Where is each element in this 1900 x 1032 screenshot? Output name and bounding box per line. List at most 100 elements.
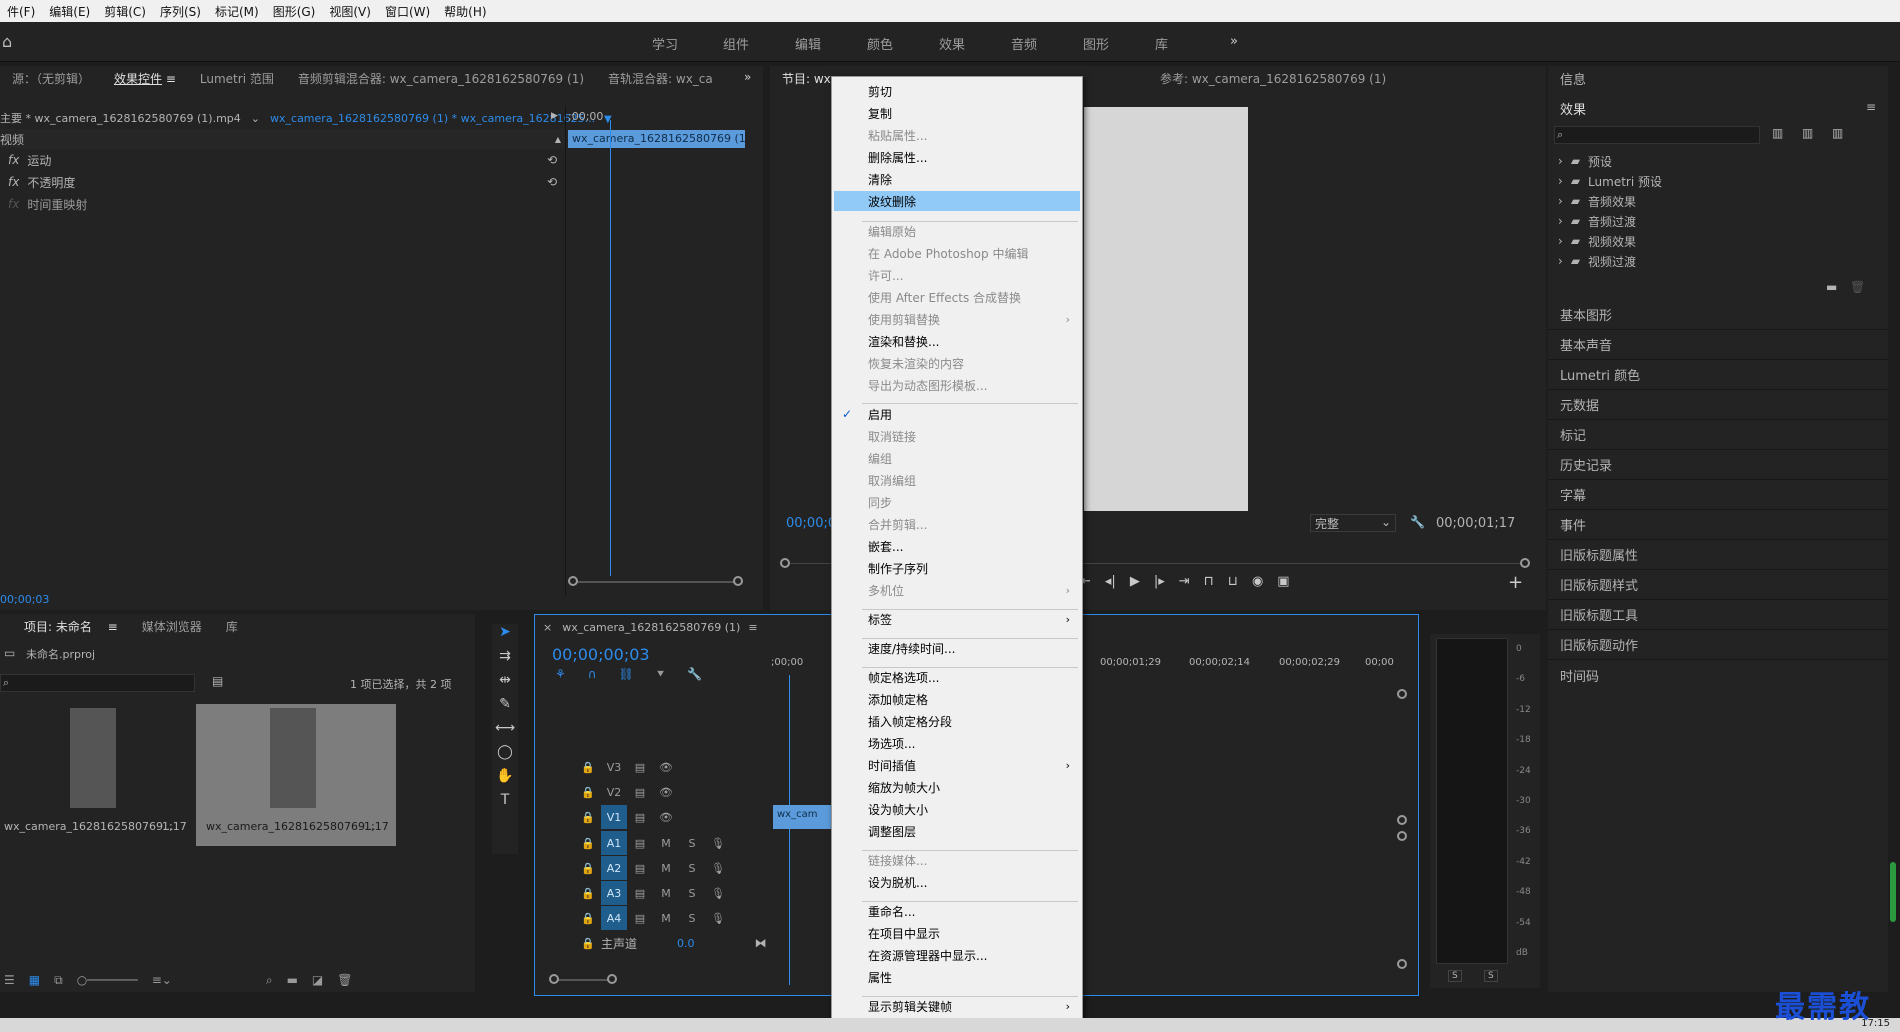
track-label[interactable]: V2 <box>601 780 627 804</box>
tree-item-lumetri-presets[interactable]: › ▰ Lumetri 预设 <box>1558 171 1662 191</box>
new-bin-icon[interactable]: ▬ <box>1826 280 1837 294</box>
tree-item-audio-effects[interactable]: › ▰ 音频效果 <box>1558 191 1636 211</box>
solo-right-button[interactable]: S <box>1484 970 1498 982</box>
tab-audio-track-mixer[interactable]: 音轨混合器: wx_ca <box>596 70 725 87</box>
solo-left-button[interactable]: S <box>1448 970 1462 982</box>
eye-icon[interactable]: 👁 <box>653 805 679 829</box>
track-label[interactable]: A3 <box>601 881 627 905</box>
workspace-tab[interactable]: 编辑 <box>795 34 821 53</box>
play-icon[interactable]: ▶ <box>1130 574 1140 589</box>
panel-timecode[interactable]: 时间码 <box>1548 660 1888 690</box>
context-menu-item[interactable]: ✓ 启用 <box>834 404 1080 424</box>
panel-captions[interactable]: 字幕 <box>1548 480 1888 510</box>
icon-view-icon[interactable]: ▦ <box>29 973 40 987</box>
mini-timeline-clip[interactable]: wx_camera_1628162580769 (1).m <box>568 130 745 148</box>
trash-icon[interactable]: 🗑 <box>1850 280 1865 294</box>
scrub-handle-left[interactable] <box>780 558 790 568</box>
eye-icon[interactable]: 👁 <box>653 755 679 779</box>
panel-menu-icon[interactable]: ≡ <box>748 621 757 634</box>
playhead-icon[interactable]: ▼ <box>604 114 612 125</box>
context-menu-item[interactable]: 标签 › <box>834 609 1080 629</box>
workspace-tab[interactable]: 学习 <box>652 34 678 53</box>
tab-reference[interactable]: 参考: wx_camera_1628162580769 (1) <box>1148 70 1398 87</box>
tab-libraries[interactable]: 库 <box>214 618 250 635</box>
go-to-out-icon[interactable]: ⇥ <box>1179 574 1190 589</box>
track-label[interactable]: A4 <box>601 906 627 930</box>
zoom-handle-left[interactable] <box>568 576 578 586</box>
lock-icon[interactable]: 🔒 <box>575 755 601 779</box>
info-panel-title[interactable]: 信息 <box>1560 68 1586 88</box>
snap-icon[interactable]: ∩ <box>588 667 597 682</box>
context-menu-item[interactable]: 调整图层 <box>834 821 1080 841</box>
panel-essential-sound[interactable]: 基本声音 <box>1548 330 1888 360</box>
panel-essential-graphics[interactable]: 基本图形 <box>1548 300 1888 330</box>
linked-selection-icon[interactable]: ⛓ <box>619 667 634 682</box>
timeline-timecode[interactable]: 00;00;00;03 <box>552 645 650 664</box>
timeline-zoom-bar[interactable] <box>555 979 615 981</box>
context-menu-item[interactable]: 清除 <box>834 169 1080 189</box>
menu-view[interactable]: 视图(V) <box>322 3 378 20</box>
context-menu-item[interactable]: 复制 <box>834 103 1080 123</box>
context-menu-item[interactable]: 缩放为帧大小 <box>834 777 1080 797</box>
tree-item-video-transitions[interactable]: › ▰ 视频过渡 <box>1558 251 1636 271</box>
find-icon[interactable]: ⌕ <box>266 973 273 988</box>
project-item-selected[interactable]: wx_camera_1628162580769... 1;17 <box>196 704 396 846</box>
mute-button[interactable]: M <box>653 906 679 930</box>
context-menu-item[interactable]: 帧定格选项... <box>834 667 1080 687</box>
zoom-handle-left[interactable] <box>549 974 559 984</box>
menu-window[interactable]: 窗口(W) <box>378 3 437 20</box>
menu-file[interactable]: 件(F) <box>0 3 42 20</box>
lock-icon[interactable]: 🔒 <box>575 881 601 905</box>
play-only-icon[interactable]: ▶ <box>551 111 558 121</box>
context-menu-item[interactable]: 插入帧定格分段 <box>834 711 1080 731</box>
track-label[interactable]: V3 <box>601 755 627 779</box>
pen-icon[interactable]: ◯ <box>497 744 513 760</box>
lock-icon[interactable]: 🔒 <box>575 780 601 804</box>
extract-icon[interactable]: ⊔ <box>1228 574 1238 589</box>
timeline-tab[interactable]: × wx_camera_1628162580769 (1) ≡ <box>543 617 758 637</box>
mute-button[interactable]: M <box>653 881 679 905</box>
camera-icon[interactable]: ◉ <box>1252 574 1263 589</box>
timeline-playhead[interactable] <box>789 675 790 985</box>
panel-legacy-title-properties[interactable]: 旧版标题属性 <box>1548 540 1888 570</box>
eye-icon[interactable]: 👁 <box>653 780 679 804</box>
context-menu-item[interactable]: 渲染和替换... <box>834 331 1080 351</box>
selection-tool-icon[interactable]: ➤ <box>499 624 511 640</box>
sync-lock-icon[interactable]: ▤ <box>627 906 653 930</box>
panel-markers[interactable]: 标记 <box>1548 420 1888 450</box>
chevron-down-icon[interactable]: ⌄ <box>251 112 260 125</box>
workspace-tab[interactable]: 图形 <box>1083 34 1109 53</box>
comparison-view-icon[interactable]: ▣ <box>1277 574 1289 589</box>
track-label[interactable]: A2 <box>601 856 627 880</box>
playhead[interactable] <box>610 120 611 576</box>
mute-button[interactable]: M <box>653 856 679 880</box>
new-item-icon[interactable]: ◪ <box>312 973 323 987</box>
effect-row-motion[interactable]: fx 运动 ⟲ <box>0 150 565 170</box>
trash-icon[interactable]: 🗑 <box>337 973 352 987</box>
vscroll-mid[interactable] <box>1397 815 1407 825</box>
zoom-slider[interactable]: ○─────── <box>77 973 138 987</box>
lock-icon[interactable]: 🔒 <box>575 856 601 880</box>
lock-icon[interactable]: 🔒 <box>575 831 601 855</box>
project-item[interactable]: wx_camera_1628162580769... 1;17 <box>0 704 190 846</box>
panel-lumetri-color[interactable]: Lumetri 颜色 <box>1548 360 1888 390</box>
step-back-icon[interactable]: ◂| <box>1105 574 1116 589</box>
tab-source[interactable]: 源：（无剪辑） <box>0 70 102 87</box>
step-forward-icon[interactable]: |▸ <box>1154 574 1165 589</box>
solo-button[interactable]: S <box>679 831 705 855</box>
zoom-handle-right[interactable] <box>607 974 617 984</box>
tree-item-audio-transitions[interactable]: › ▰ 音频过渡 <box>1558 211 1636 231</box>
context-menu-item[interactable]: 在项目中显示 <box>834 923 1080 943</box>
playhead-timecode[interactable]: 00;00;0 <box>786 516 836 531</box>
solo-button[interactable]: S <box>679 881 705 905</box>
context-menu-item[interactable]: 删除属性... <box>834 147 1080 167</box>
sync-lock-icon[interactable]: ▤ <box>627 805 653 829</box>
context-menu-item[interactable]: 设为帧大小 <box>834 799 1080 819</box>
mini-zoom-bar[interactable] <box>573 581 738 583</box>
workspace-tab[interactable]: 颜色 <box>867 34 893 53</box>
list-view-icon[interactable]: ☰ <box>4 973 15 987</box>
master-volume[interactable]: 0.0 <box>677 937 695 950</box>
menu-help[interactable]: 帮助(H) <box>437 3 493 20</box>
context-menu-item[interactable]: 在资源管理器中显示... <box>834 945 1080 965</box>
menu-edit[interactable]: 编辑(E) <box>42 3 97 20</box>
